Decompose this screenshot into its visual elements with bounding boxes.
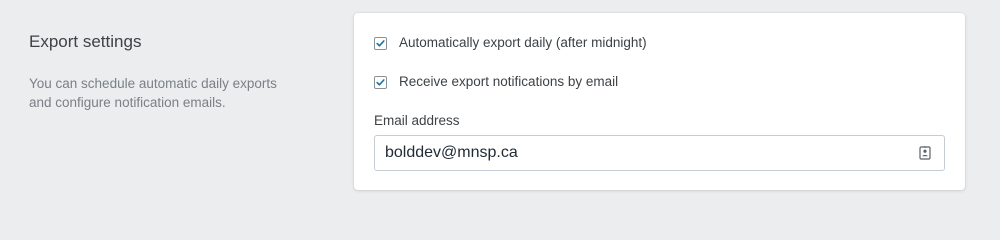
auto-export-checkbox[interactable] — [374, 36, 387, 50]
checkmark-icon — [376, 78, 385, 86]
email-input[interactable]: bolddev@mnsp.ca — [374, 135, 945, 171]
auto-export-option[interactable]: Automatically export daily (after midnig… — [374, 34, 647, 52]
section-annotation: Export settings You can schedule automat… — [29, 30, 329, 112]
contact-card-icon[interactable] — [919, 146, 931, 160]
email-input-value[interactable]: bolddev@mnsp.ca — [375, 143, 919, 163]
section-title: Export settings — [29, 32, 142, 51]
email-notifications-checkbox[interactable] — [374, 75, 387, 89]
email-notifications-option[interactable]: Receive export notifications by email — [374, 73, 618, 91]
auto-export-label[interactable]: Automatically export daily (after midnig… — [399, 34, 647, 52]
section-description: You can schedule automatic daily exports… — [29, 76, 277, 110]
email-field-label: Email address — [374, 113, 460, 128]
export-settings-card: Automatically export daily (after midnig… — [354, 13, 965, 190]
checkmark-icon — [376, 39, 385, 47]
email-notifications-label[interactable]: Receive export notifications by email — [399, 73, 618, 91]
